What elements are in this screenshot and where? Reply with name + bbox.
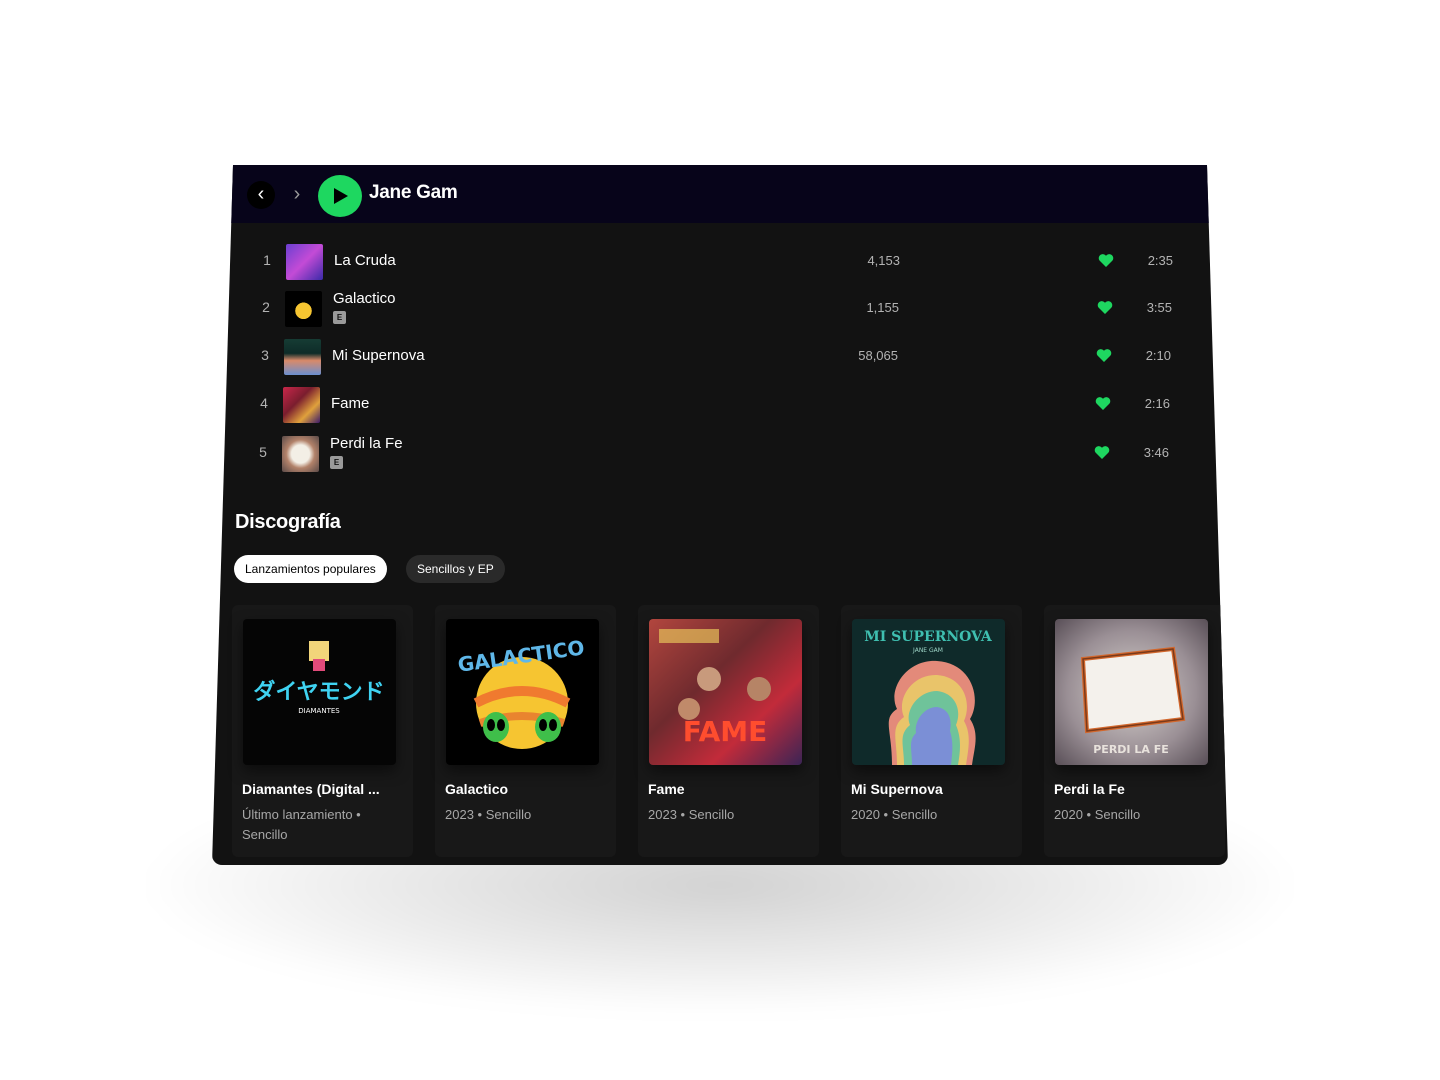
artist-name: Jane Gam [369,182,458,203]
cover-title: ダイヤモンド [253,679,384,705]
card-subtitle: 2020 • Sencillo [1054,807,1141,822]
track-duration: 2:35 [1147,253,1173,268]
cover-subtitle: DIAMANTES [298,707,340,715]
track-title[interactable]: Mi Supernova [332,347,425,364]
album-card[interactable]: PERDI LA FE Perdi la Fe 2020 • Sencillo [1044,605,1225,857]
top-bar: ‹ › Jane Gam [212,165,1228,223]
stage: ‹ › Jane Gam 1 La Cruda 4,153 2:35 2 Gal… [0,0,1440,1080]
chevron-right-icon[interactable]: › [283,181,311,209]
track-title[interactable]: La Cruda [334,252,396,269]
album-cover: MI SUPERNOVA JANE GAM [852,619,1005,765]
track-duration: 3:55 [1146,300,1172,315]
track-artwork [286,244,323,280]
cover-title: FAME [683,715,768,748]
track-plays: 1,155 [866,300,899,315]
track-title[interactable]: Perdi la Fe [330,435,403,452]
track-row[interactable]: 4 Fame 2:16 [257,385,1170,425]
track-title[interactable]: Fame [331,395,369,412]
track-number: 4 [260,395,268,411]
card-subtitle: 2023 • Sencillo [445,807,532,822]
track-number: 3 [261,347,269,363]
track-title[interactable]: Galactico [333,290,396,307]
track-artwork [285,291,322,327]
track-plays: 58,065 [858,348,898,363]
track-row[interactable]: 2 Galactico E 1,155 3:55 [259,289,1172,329]
album-card[interactable]: FAME Fame 2023 • Sencillo [638,605,819,857]
album-cover: GALACTICO [446,619,599,765]
heart-icon[interactable] [1095,396,1111,411]
card-subtitle: Último lanzamiento • Sencillo [242,807,361,842]
track-plays: 4,153 [867,253,900,268]
track-row[interactable]: 3 Mi Supernova 58,065 2:10 [258,337,1171,377]
track-artwork [283,387,320,423]
card-title[interactable]: Diamantes (Digital ... [242,781,392,797]
track-row[interactable]: 5 Perdi la Fe E 3:46 [256,434,1169,474]
heart-icon[interactable] [1098,253,1114,268]
play-button[interactable] [318,175,362,217]
card-subtitle: 2023 • Sencillo [648,807,735,822]
heart-icon[interactable] [1096,348,1112,363]
track-artwork [282,436,319,472]
card-title[interactable]: Mi Supernova [851,781,1001,797]
heart-icon[interactable] [1097,300,1113,315]
track-artwork [284,339,321,375]
card-title[interactable]: Perdi la Fe [1054,781,1204,797]
album-cover: FAME [649,619,802,765]
track-number: 5 [259,444,267,460]
cover-subtitle: JANE GAM [912,647,943,654]
chip-popular-releases[interactable]: Lanzamientos populares [234,555,387,583]
album-cover: PERDI LA FE [1055,619,1208,765]
album-card[interactable]: GALACTICO Galactico 2023 • Sencillo [435,605,616,857]
explicit-badge: E [330,456,343,469]
track-duration: 3:46 [1143,445,1169,460]
track-row[interactable]: 1 La Cruda 4,153 2:35 [260,242,1173,282]
album-card[interactable]: MI SUPERNOVA JANE GAM Mi Supernova 2020 … [841,605,1022,857]
section-title: Discografía [235,511,341,533]
play-icon [334,188,348,204]
cover-title: PERDI LA FE [1093,743,1168,756]
chevron-left-icon[interactable]: ‹ [247,181,275,209]
explicit-badge: E [333,311,346,324]
card-subtitle: 2020 • Sencillo [851,807,938,822]
card-title[interactable]: Fame [648,781,798,797]
track-duration: 2:16 [1144,396,1170,411]
album-card[interactable]: ダイヤモンド DIAMANTES Diamantes (Digital ... … [232,605,413,857]
chip-singles-ep[interactable]: Sencillos y EP [406,555,505,583]
heart-icon[interactable] [1094,445,1110,460]
spotify-window: ‹ › Jane Gam 1 La Cruda 4,153 2:35 2 Gal… [212,165,1228,865]
card-title[interactable]: Galactico [445,781,595,797]
track-duration: 2:10 [1145,348,1171,363]
album-cover: ダイヤモンド DIAMANTES [243,619,396,765]
track-number: 2 [262,299,270,315]
cover-title: MI SUPERNOVA [864,629,993,645]
track-number: 1 [263,252,271,268]
